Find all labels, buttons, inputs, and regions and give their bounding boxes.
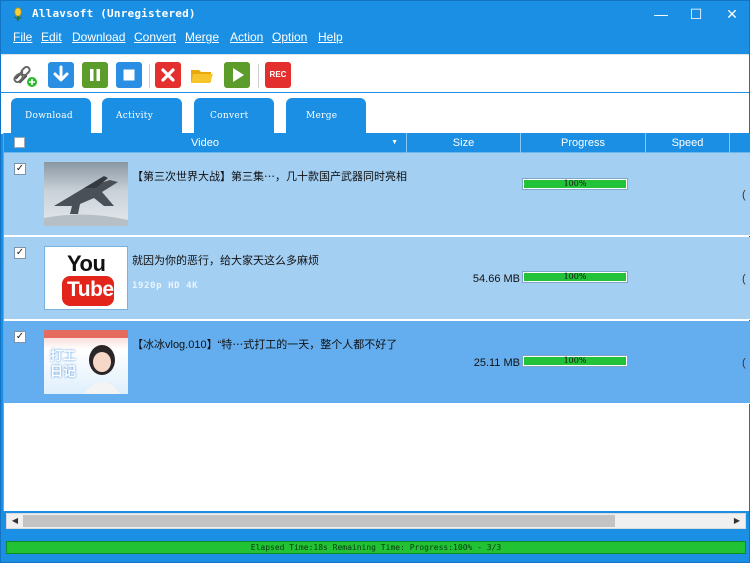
- tab-activity[interactable]: Activity: [102, 98, 182, 134]
- tab-activity-label: Activity: [116, 111, 154, 121]
- table-row[interactable]: ✓ 【第三次世界大战】第三集⋯，几十款国产武器同时亮相 100% (: [4, 153, 750, 236]
- tab-merge-label: Merge: [306, 111, 338, 121]
- youtube-logo: You Tube: [45, 247, 127, 309]
- scrollbar-thumb[interactable]: [23, 515, 615, 527]
- speed-value: (: [742, 357, 746, 369]
- jet-aircraft-icon: [44, 176, 128, 226]
- menu-download[interactable]: Download: [72, 30, 125, 44]
- status-bar: Elapsed Time:18s Remaining Time: Progres…: [6, 541, 746, 554]
- video-title: 【第三次世界大战】第三集⋯，几十款国产武器同时亮相: [132, 171, 407, 183]
- youtube-logo-you: You: [67, 251, 106, 276]
- column-video-label: Video: [191, 137, 219, 149]
- toolbar-separator: [258, 64, 259, 88]
- column-progress-label: Progress: [560, 137, 606, 149]
- pause-button[interactable]: [82, 62, 108, 88]
- download-icon: [53, 65, 69, 82]
- menu-file[interactable]: File: [13, 30, 32, 44]
- record-icon: REC: [269, 70, 287, 79]
- download-button[interactable]: [48, 62, 74, 88]
- tab-convert-label: Convert: [210, 111, 249, 121]
- app-logo-icon: [14, 7, 22, 21]
- delete-button[interactable]: [155, 62, 181, 88]
- open-folder-icon: [191, 70, 213, 83]
- progress-label: 100%: [563, 356, 587, 365]
- table-header: Video ▼ Size Progress Speed: [4, 133, 750, 153]
- row-checkbox[interactable]: ✓: [14, 247, 26, 259]
- column-size-label: Size: [452, 137, 475, 149]
- video-size: 54.66 MB: [472, 273, 520, 285]
- video-size: 25.11 MB: [473, 357, 520, 369]
- add-url-button[interactable]: [12, 62, 38, 88]
- toolbar: REC: [1, 54, 749, 92]
- play-icon: [233, 68, 244, 82]
- play-button[interactable]: [224, 62, 250, 88]
- status-text: Elapsed Time:18s Remaining Time: Progres…: [250, 543, 502, 552]
- horizontal-scrollbar[interactable]: ◀ ▶: [6, 513, 746, 529]
- menu-merge[interactable]: Merge: [185, 30, 219, 44]
- scroll-right-icon[interactable]: ▶: [729, 514, 745, 528]
- video-quality: 1920p HD 4K: [132, 281, 199, 291]
- row-checkbox[interactable]: ✓: [14, 331, 26, 343]
- menu-edit[interactable]: Edit: [41, 30, 62, 44]
- table-row[interactable]: ✓ 打工日记 【冰冰vlog.010】“特⋯式打工的一天，整个人都不好了 25.…: [4, 321, 750, 404]
- sort-arrow-icon: ▼: [391, 139, 398, 146]
- open-folder-button[interactable]: [189, 62, 215, 88]
- column-speed[interactable]: Speed: [646, 133, 730, 153]
- menu-help[interactable]: Help: [318, 30, 343, 44]
- column-speed-label: Speed: [671, 137, 704, 149]
- vlog-thumb-text: 打工日记: [50, 348, 77, 379]
- table-row[interactable]: ✓ You Tube 就因为你的恶行，给大家天这么多麻烦 1920p HD 4K…: [4, 237, 750, 320]
- progress-bar: 100%: [522, 355, 628, 367]
- video-title: 就因为你的恶行，给大家天这么多麻烦: [132, 255, 319, 267]
- maximize-button[interactable]: ☐: [681, 1, 711, 27]
- title-bar: Allavsoft (Unregistered) — ☐ ✕: [1, 1, 749, 27]
- app-window: Allavsoft (Unregistered) — ☐ ✕ File Edit…: [0, 0, 750, 563]
- tab-convert[interactable]: Convert: [194, 98, 274, 134]
- menu-bar: File Edit Download Convert Merge Action …: [1, 28, 749, 48]
- menu-action[interactable]: Action: [230, 30, 263, 44]
- tab-merge[interactable]: Merge: [286, 98, 366, 134]
- tab-download-label: Download: [25, 111, 73, 121]
- row-checkbox[interactable]: ✓: [14, 163, 26, 175]
- tab-strip: Download Activity Convert Merge: [1, 93, 749, 134]
- delete-icon: [161, 68, 175, 82]
- menu-convert[interactable]: Convert: [134, 30, 176, 44]
- close-button[interactable]: ✕: [717, 1, 747, 27]
- minimize-button[interactable]: —: [646, 1, 676, 27]
- progress-label: 100%: [563, 272, 587, 281]
- video-thumbnail: You Tube: [44, 246, 128, 310]
- speed-value: (: [742, 189, 746, 201]
- stop-icon: [123, 69, 135, 81]
- maximize-icon: ☐: [689, 6, 703, 22]
- youtube-tube-box: Tube: [62, 276, 114, 306]
- download-table: Video ▼ Size Progress Speed ✓ 【第三次世界大战】第…: [3, 133, 750, 511]
- progress-bar: 100%: [522, 271, 628, 283]
- column-video[interactable]: Video ▼: [4, 133, 407, 153]
- youtube-logo-tube: Tube: [67, 278, 114, 301]
- window-title: Allavsoft (Unregistered): [32, 7, 196, 20]
- column-size[interactable]: Size: [407, 133, 521, 153]
- speed-value: (: [742, 273, 746, 285]
- record-button[interactable]: REC: [265, 62, 291, 88]
- progress-bar: 100%: [522, 178, 628, 190]
- close-icon: ✕: [726, 6, 738, 22]
- stop-button[interactable]: [116, 62, 142, 88]
- toolbar-separator: [149, 64, 150, 88]
- add-url-icon: [13, 65, 37, 87]
- video-thumbnail: [44, 162, 128, 226]
- minimize-icon: —: [654, 6, 668, 22]
- pause-icon: [90, 69, 100, 81]
- progress-label: 100%: [563, 179, 587, 188]
- scroll-left-icon[interactable]: ◀: [7, 514, 23, 528]
- column-progress[interactable]: Progress: [521, 133, 646, 153]
- video-thumbnail: 打工日记: [44, 330, 128, 394]
- video-title: 【冰冰vlog.010】“特⋯式打工的一天，整个人都不好了: [132, 339, 398, 351]
- tab-download[interactable]: Download: [11, 98, 91, 134]
- menu-option[interactable]: Option: [272, 30, 307, 44]
